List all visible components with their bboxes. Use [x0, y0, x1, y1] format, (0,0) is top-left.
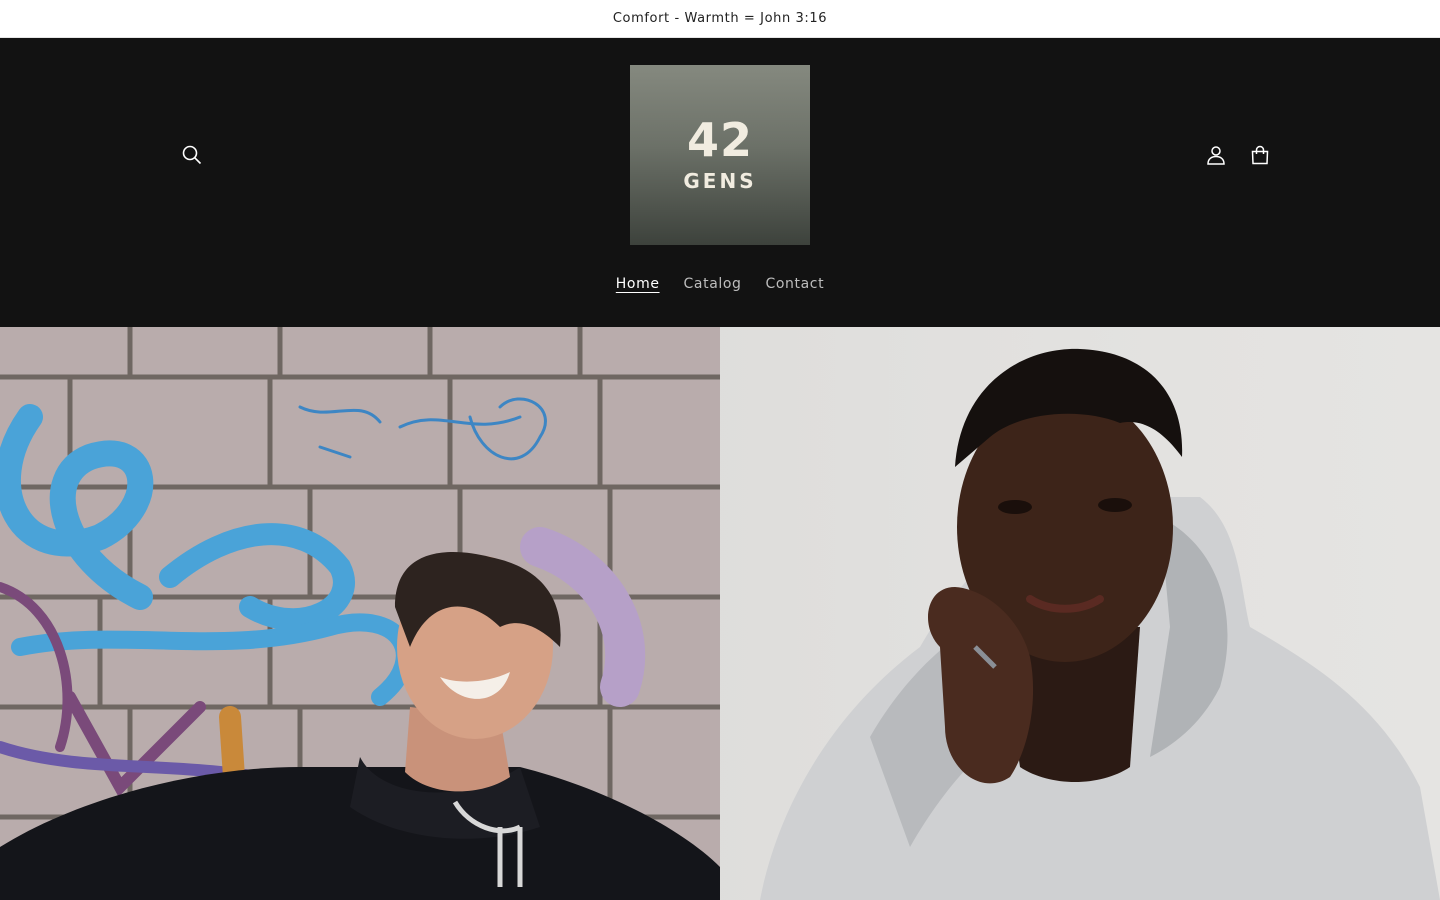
announcement-bar: Comfort - Warmth = John 3:16: [0, 0, 1440, 38]
account-button[interactable]: [1194, 133, 1238, 177]
hero-image-left: [0, 327, 720, 900]
main-nav: Home Catalog Contact: [0, 272, 1440, 296]
nav-contact[interactable]: Contact: [766, 272, 825, 296]
search-icon: [182, 145, 202, 165]
store-logo[interactable]: 42 GENS: [630, 65, 810, 245]
cart-button[interactable]: [1238, 133, 1282, 177]
search-button[interactable]: [170, 133, 214, 177]
hero-banner: [0, 327, 1440, 900]
logo-number: 42: [686, 113, 753, 167]
logo-word: GENS: [683, 169, 757, 193]
cart-icon: [1251, 145, 1269, 165]
hero-image-right: [720, 327, 1440, 900]
nav-home[interactable]: Home: [616, 272, 660, 296]
site-header: 42 GENS Home Catalog Contact: [0, 38, 1440, 327]
nav-catalog[interactable]: Catalog: [684, 272, 742, 296]
announcement-text: Comfort - Warmth = John 3:16: [612, 11, 828, 26]
account-icon: [1207, 146, 1225, 165]
